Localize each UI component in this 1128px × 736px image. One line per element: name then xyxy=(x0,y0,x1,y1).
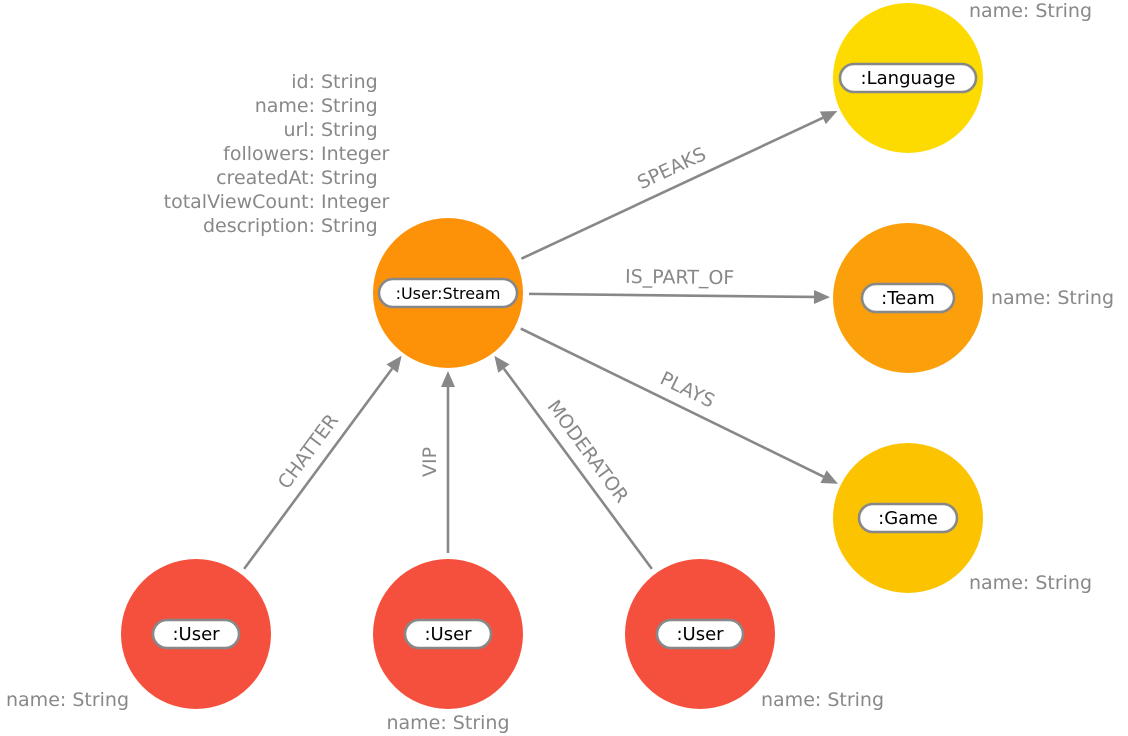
arrowhead-icon xyxy=(441,371,455,387)
node-team[interactable]: :Team xyxy=(833,223,983,373)
edge-line[interactable] xyxy=(528,292,815,299)
arrowhead-icon xyxy=(813,289,831,304)
property: name: String xyxy=(969,0,1092,22)
property-type: Integer xyxy=(321,191,390,213)
property-key: totalViewCount: xyxy=(164,191,315,213)
property: followers: Integer xyxy=(223,143,389,165)
property: name: String xyxy=(991,287,1114,309)
property-key: followers: xyxy=(223,143,315,165)
edge-label: MODERATOR xyxy=(543,396,633,507)
node-label: :User:Stream xyxy=(396,284,501,303)
node-label: :Game xyxy=(878,508,938,529)
properties-language: name: String xyxy=(969,0,1092,22)
schema-graph: SPEAKS IS_PART_OF PLAYS CHATTER VIP MODERATOR… xyxy=(6,0,1114,734)
edge-line[interactable] xyxy=(520,116,824,260)
property: name: String xyxy=(969,572,1092,594)
property: name: String xyxy=(386,712,509,734)
properties-user-vip: name: String xyxy=(386,712,509,734)
edge-is-part-of[interactable]: IS_PART_OF xyxy=(528,266,831,304)
properties-user-moderator: name: String xyxy=(761,689,884,711)
property: description: String xyxy=(203,215,378,237)
node-stream[interactable]: :User:Stream xyxy=(373,218,523,368)
property-type: Integer xyxy=(321,143,390,165)
property-type: String xyxy=(321,71,378,93)
edge-chatter[interactable]: CHATTER xyxy=(243,355,402,570)
node-user-moderator[interactable]: :User xyxy=(625,559,775,709)
property: name: String xyxy=(761,689,884,711)
edge-line[interactable] xyxy=(502,367,653,570)
edge-moderator[interactable]: MODERATOR xyxy=(494,355,653,570)
properties-team: name: String xyxy=(991,287,1114,309)
property-type: String xyxy=(321,119,378,141)
property: name: String xyxy=(255,95,378,117)
edge-line[interactable] xyxy=(243,367,394,570)
property: id: String xyxy=(291,71,377,93)
edge-speaks[interactable]: SPEAKS xyxy=(520,111,838,260)
edge-label: IS_PART_OF xyxy=(625,266,734,289)
nodes-layer: :User:Stream :Language :Team :Game :User :Use… xyxy=(121,3,983,709)
property: totalViewCount: Integer xyxy=(164,191,390,213)
edge-label: SPEAKS xyxy=(634,143,709,194)
node-game[interactable]: :Game xyxy=(833,443,983,593)
node-user-chatter[interactable]: :User xyxy=(121,559,271,709)
property-type: String xyxy=(321,167,378,189)
properties-user-chatter: name: String xyxy=(6,689,129,711)
edge-label: PLAYS xyxy=(657,367,718,412)
node-label: :User xyxy=(676,624,724,645)
properties-stream: id: Stringname: Stringurl: Stringfollowers:… xyxy=(164,71,390,237)
property-type: String xyxy=(321,95,378,117)
property-key: id: xyxy=(291,71,315,93)
property-key: description: xyxy=(203,215,315,237)
property: url: String xyxy=(283,119,377,141)
property-key: createdAt: xyxy=(216,167,315,189)
property-key: url: xyxy=(283,119,315,141)
property: name: String xyxy=(6,689,129,711)
node-label: :Language xyxy=(861,68,956,89)
node-language[interactable]: :Language xyxy=(833,3,983,153)
properties-game: name: String xyxy=(969,572,1092,594)
property-key: name: xyxy=(255,95,315,117)
node-label: :User xyxy=(424,624,472,645)
node-user-vip[interactable]: :User xyxy=(373,559,523,709)
property: createdAt: String xyxy=(216,167,378,189)
arrowhead-icon xyxy=(386,355,402,373)
node-label: :Team xyxy=(881,288,935,309)
property-type: String xyxy=(321,215,378,237)
node-label: :User xyxy=(172,624,220,645)
edge-label: VIP xyxy=(419,447,441,477)
edge-vip[interactable]: VIP xyxy=(419,371,455,553)
arrowhead-icon xyxy=(494,355,510,373)
